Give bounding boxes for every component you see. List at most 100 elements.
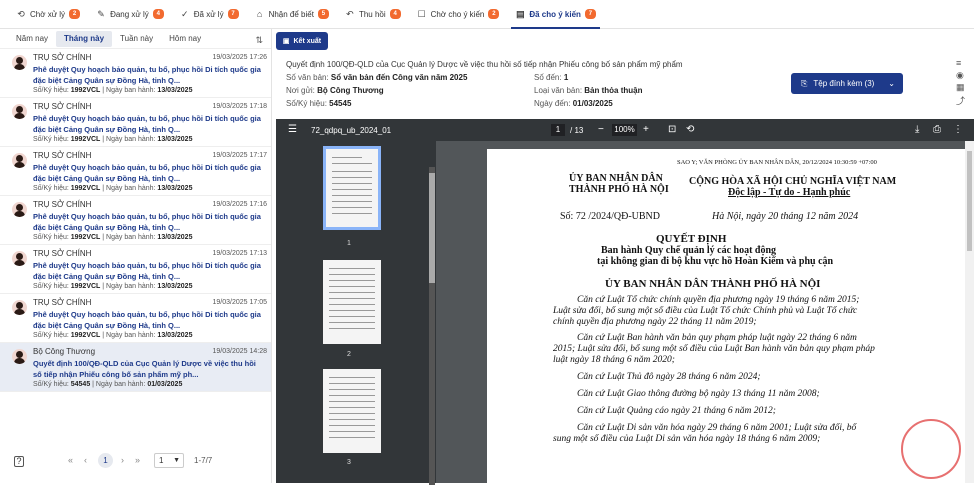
count-badge: 7 [584, 9, 596, 19]
field-label: Loại văn bản: [534, 86, 585, 95]
pdf-zoom-level[interactable]: 100% [612, 124, 637, 136]
meta-label: | Ngày ban hành: [100, 332, 158, 339]
filter-year[interactable]: Năm nay [8, 31, 56, 47]
red-seal [901, 419, 961, 479]
decision-heading: QUYẾT ĐỊNH [656, 233, 727, 245]
export-button[interactable]: ▣ Kết xuất [276, 32, 328, 50]
hamburger-icon[interactable]: ☰ [288, 124, 297, 135]
fit-page-icon[interactable]: ⊡ [668, 124, 676, 135]
list-item[interactable]: TRỤ SỞ CHÍNH 19/03/2025 17:05 Phê duyệt … [0, 294, 271, 343]
document-title: Phê duyệt Quy hoạch bảo quản, tu bổ, phụ… [33, 65, 261, 85]
field-value: 54545 [329, 99, 352, 108]
print-icon[interactable]: ⎙ [933, 124, 941, 135]
field-label: Số/Ký hiệu: [286, 99, 330, 108]
place-date: Hà Nội, ngày 20 tháng 12 năm 2024 [712, 211, 859, 222]
count-badge: 5 [317, 9, 329, 19]
detail-title: Quyết định 100/QĐ-QLD của Cục Quản lý Dư… [286, 60, 683, 69]
basis-line: 2015; Luật sửa đổi, bổ sung một số điều … [553, 344, 875, 354]
time-filter: Năm nay Tháng này Tuần này Hôm nay [0, 29, 271, 49]
avatar [12, 55, 27, 70]
eye-icon[interactable]: ◉ [956, 70, 964, 81]
pdf-page-input[interactable]: 1 [551, 124, 565, 136]
export-label: Kết xuất [293, 37, 322, 45]
prev-page-icon[interactable]: ‹ [84, 455, 87, 465]
tab-label: Đang xử lý [110, 9, 149, 19]
history-icon[interactable]: ▦ [956, 82, 965, 93]
tab-thu-hoi[interactable]: ↶ Thu hồi 4 [337, 0, 409, 29]
issued-date: 13/03/2025 [157, 136, 193, 143]
basis-line: Căn cứ Luật Giao thông đường bộ ngày 13 … [577, 389, 820, 399]
list-item[interactable]: TRỤ SỞ CHÍNH 19/03/2025 17:26 Phê duyệt … [0, 49, 271, 98]
meta-label: | Ngày ban hành: [100, 87, 158, 94]
list-item[interactable]: TRỤ SỞ CHÍNH 19/03/2025 17:17 Phê duyệt … [0, 147, 271, 196]
tab-da-xu-ly[interactable]: ✓ Đã xử lý 7 [172, 0, 247, 29]
last-page-icon[interactable]: » [135, 455, 140, 465]
page-size-value: 1 [159, 456, 164, 465]
first-page-icon[interactable]: « [68, 455, 73, 465]
document-number: 1992VCL [70, 234, 101, 241]
count-badge: 2 [488, 9, 500, 19]
field-arrival-date: Ngày đến: 01/03/2025 [534, 99, 613, 108]
download-icon[interactable]: ⤓ [915, 124, 919, 135]
field-value: 01/03/2025 [572, 99, 613, 108]
basis-line: Căn cứ Luật Ban hành văn bản quy phạm ph… [577, 333, 857, 343]
pdf-file-name: 72_qdpq_ub_2024_01 [311, 126, 392, 135]
issued-date: 01/03/2025 [147, 381, 183, 388]
document-number: 54545 [70, 381, 91, 388]
zoom-out-icon[interactable]: − [598, 124, 604, 135]
document-meta: Số/Ký hiệu: 1992VCL | Ngày ban hành: 13/… [33, 331, 267, 341]
page-range: 1-7/7 [194, 456, 213, 465]
filter-month[interactable]: Tháng này [56, 30, 113, 47]
next-page-icon[interactable]: › [121, 455, 124, 465]
field-label: Số đến: [534, 73, 564, 82]
list-item[interactable]: TRỤ SỞ CHÍNH 19/03/2025 17:18 Phê duyệt … [0, 98, 271, 147]
document-title: Phê duyệt Quy hoạch bảo quản, tu bổ, phụ… [33, 212, 261, 232]
issuer-line1: ỦY BAN NHÂN DÂN [569, 173, 663, 184]
tab-cho-cho-y-kien[interactable]: ☐ Chờ cho ý kiến 2 [409, 0, 508, 29]
share-icon[interactable]: ⤴ [956, 94, 965, 107]
rotate-icon[interactable]: ⟲ [686, 124, 694, 135]
decision-subtitle-2: tại không gian đi bộ khu vực hồ Hoàn Kiế… [597, 256, 834, 267]
attachments-button[interactable]: ⎘ Tệp đính kèm (3) ⌄ [791, 73, 903, 94]
more-icon[interactable]: ⋮ [953, 124, 963, 135]
thumbnail-page[interactable] [323, 260, 381, 344]
thumbnail-page[interactable] [323, 369, 381, 453]
page-current[interactable]: 1 [98, 453, 113, 468]
tab-dang-xu-ly[interactable]: ✎ Đang xử lý 4 [88, 0, 172, 29]
field-label: Nơi gửi: [286, 86, 318, 95]
chevron-down-icon: ⌄ [888, 79, 895, 88]
tab-cho-xu-ly[interactable]: ⟲ Chờ xử lý 2 [8, 0, 88, 29]
list-item-selected[interactable]: Bộ Công Thương 19/03/2025 14:28 Quyết đị… [0, 343, 271, 392]
thumbnail-page[interactable] [323, 146, 381, 230]
field-number: Số/Ký hiệu: 54545 [286, 99, 351, 108]
document-meta: Số/Ký hiệu: 1992VCL | Ngày ban hành: 13/… [33, 184, 267, 194]
sort-icon[interactable]: ⇅ [255, 35, 263, 46]
field-arrival-no: Số đến: 1 [534, 73, 568, 82]
issued-date: 13/03/2025 [157, 283, 193, 290]
issued-date: 13/03/2025 [157, 185, 193, 192]
menu-icon[interactable]: ≡ [956, 58, 961, 68]
tag-icon: ⌂ [256, 9, 263, 19]
meta-label: | Ngày ban hành: [100, 136, 158, 143]
help-icon[interactable]: ? [14, 456, 24, 467]
tab-label: Đã xử lý [193, 9, 224, 19]
filter-week[interactable]: Tuần này [112, 31, 161, 47]
list-item[interactable]: TRỤ SỞ CHÍNH 19/03/2025 17:16 Phê duyệt … [0, 196, 271, 245]
tab-nhan-de-biet[interactable]: ⌂ Nhận để biết 5 [247, 0, 337, 29]
list-item[interactable]: TRỤ SỞ CHÍNH 19/03/2025 17:13 Phê duyệt … [0, 245, 271, 294]
meta-label: Số/Ký hiệu: [33, 381, 71, 388]
tab-da-cho-y-kien[interactable]: ▤ Đã cho ý kiến 7 [507, 0, 604, 29]
issued-date: 13/03/2025 [157, 87, 193, 94]
pagination: ? « ‹ 1 › » 1 ▼ 1-7/7 [0, 453, 272, 471]
edit-icon: ✎ [97, 8, 105, 19]
thumbnail-scrollbar[interactable] [429, 167, 435, 485]
count-badge: 4 [389, 9, 401, 19]
pdf-scrollbar[interactable] [965, 141, 974, 483]
meta-label: Số/Ký hiệu: [33, 87, 71, 94]
zoom-in-icon[interactable]: + [643, 124, 649, 135]
avatar [12, 300, 27, 315]
pdf-viewer: ☰ 72_qdpq_ub_2024_01 1 / 13 − 100% + ⊡ ⟲… [276, 119, 974, 485]
filter-today[interactable]: Hôm nay [161, 31, 209, 47]
page-size-select[interactable]: 1 ▼ [154, 453, 184, 468]
tab-bar: ⟲ Chờ xử lý 2 ✎ Đang xử lý 4 ✓ Đã xử lý 7 ⌂ Nhậ… [0, 0, 974, 29]
